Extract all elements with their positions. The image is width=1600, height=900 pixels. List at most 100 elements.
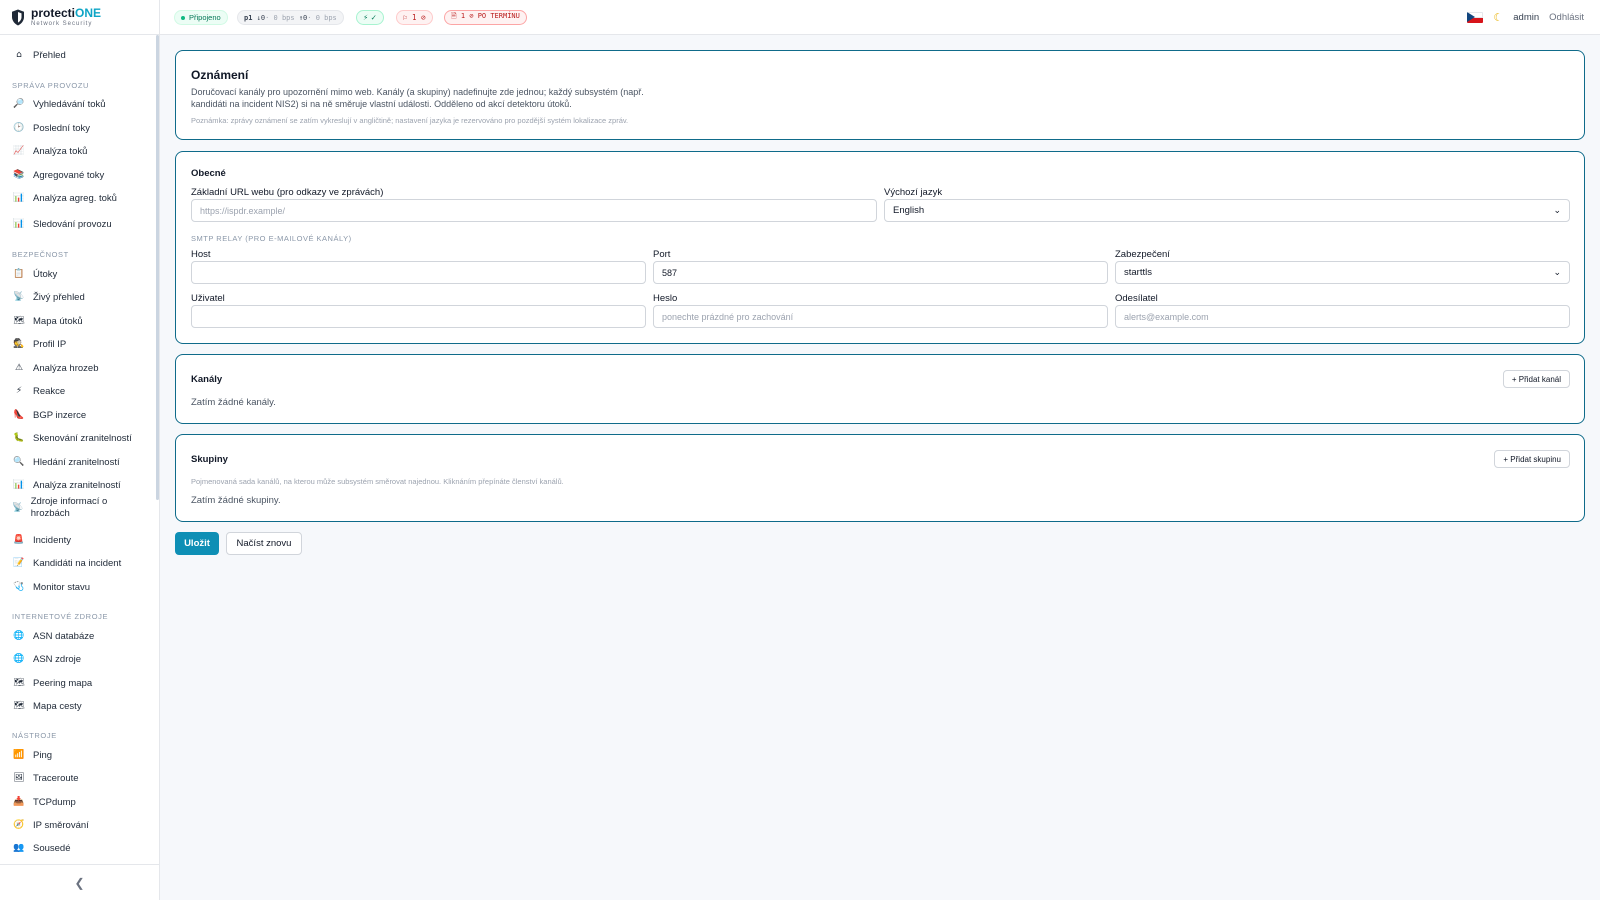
brand[interactable]: protectiONE Network Security [0, 0, 159, 35]
sidebar-item-incident-candidates[interactable]: 📝 Kandidáti na incident [0, 552, 155, 574]
sidebar-item-traffic-monitoring[interactable]: 📊 Sledování provozu [0, 213, 155, 235]
channels-empty-text: Zatím žádné kanály. [191, 397, 276, 408]
sidebar-item-reaction[interactable]: ⚡ Reakce [0, 380, 155, 402]
topbar: Připojeno p1 ↓0 · 0 bps ↑0 · 0 bps ⚡ ✓ ⚐ 1… [160, 0, 1600, 35]
sidebar-item-attacks[interactable]: 📋 Útoky [0, 263, 155, 285]
chevron-left-icon: ❮ [74, 875, 85, 890]
notifications-description-line1: Doručovací kanály pro upozornění mimo we… [191, 87, 644, 97]
sidebar-item-attack-map[interactable]: 🗺 Mapa útoků [0, 310, 155, 332]
sidebar-item-recent-flows[interactable]: 🕑 Poslední toky [0, 117, 155, 139]
security-label: Zabezpečení [1115, 249, 1170, 260]
globe-icon: 🌐 [13, 631, 25, 641]
section-title-security: Bezpečnost [12, 250, 69, 259]
sidebar-scrollbar[interactable] [156, 35, 159, 500]
flag-count-badge[interactable]: ⚐ 1 ⊘ [396, 10, 433, 25]
bug-icon: 🐛 [13, 433, 25, 443]
add-channel-button[interactable]: + Přidat kanál [1502, 370, 1570, 388]
reload-button[interactable]: Načíst znovu [226, 532, 302, 555]
status-dot-icon [181, 15, 185, 20]
signal-icon: 📶 [13, 750, 25, 760]
sidebar-item-threat-analysis[interactable]: ⚠ Analýza hrozeb [0, 357, 155, 379]
logout-link[interactable]: Odhlásit [1549, 12, 1584, 23]
channels-card: Kanály + Přidat kanál Zatím žádné kanály… [175, 354, 1585, 424]
sidebar-nav: ⌂ Přehled Správa provozu 🔎 Vyhledávání tok… [0, 35, 155, 864]
sidebar-item-neighbors[interactable]: 👥 Sousedé [0, 837, 155, 859]
host-label: Host [191, 249, 211, 260]
brand-name: protectiONE [31, 6, 102, 20]
port-input[interactable] [653, 261, 1108, 284]
sidebar-item-threat-intel[interactable]: 📡 Zdroje informací o hrozbách [0, 493, 130, 523]
shield-logo-icon [12, 9, 24, 25]
chart-up-icon: 📈 [13, 146, 25, 156]
map-icon: 🗺 [13, 316, 25, 326]
sidebar-item-live-overview[interactable]: 📡 Živý přehled [0, 286, 155, 308]
section-title-internet: Internetové zdroje [12, 612, 109, 621]
sidebar-item-tcpdump[interactable]: 📥 TCPdump [0, 791, 155, 813]
general-title: Obecné [191, 168, 226, 179]
satellite-icon: 📡 [13, 292, 25, 302]
sidebar-item-traceroute[interactable]: 🖼 Traceroute [0, 767, 155, 789]
sidebar-item-health-monitor[interactable]: 🩺 Monitor stavu [0, 576, 155, 598]
add-group-button[interactable]: + Přidat skupinu [1494, 450, 1570, 468]
bar-chart-icon: 📊 [13, 480, 25, 490]
save-button[interactable]: Uložit [175, 532, 219, 555]
health-ok-badge[interactable]: ⚡ ✓ [356, 10, 384, 25]
sidebar-item-bgp[interactable]: 👠 BGP inzerce [0, 404, 155, 426]
czech-flag-icon[interactable] [1467, 12, 1484, 23]
notifications-note: Poznámka: zprávy oznámení se zatím vykre… [191, 116, 629, 125]
shoe-icon: 👠 [13, 410, 25, 420]
topbar-right: ☾ admin Odhlásit [1467, 0, 1584, 35]
channels-title: Kanály [191, 374, 223, 385]
sidebar: protectiONE Network Security ⌂ Přehled Sp… [0, 0, 160, 900]
siren-icon: 🚨 [13, 535, 25, 545]
sidebar-item-flow-search[interactable]: 🔎 Vyhledávání toků [0, 93, 155, 115]
sidebar-item-asn-db[interactable]: 🌐 ASN databáze [0, 625, 155, 647]
bar-chart-icon: 📊 [13, 193, 25, 203]
sidebar-item-vuln-search[interactable]: 🔍 Hledání zranitelností [0, 451, 155, 473]
sidebar-item-ip-profile[interactable]: 🕵 Profil IP [0, 333, 155, 355]
port-label: Port [653, 249, 671, 260]
globe-icon: 🌐 [13, 654, 25, 664]
sidebar-item-flow-analysis[interactable]: 📈 Analýza toků [0, 140, 155, 162]
clipboard-icon: 📋 [13, 269, 25, 279]
sidebar-item-peering-map[interactable]: 🗺 Peering mapa [0, 672, 155, 694]
stethoscope-icon: 🩺 [13, 582, 25, 592]
map-icon: 🗺 [13, 678, 25, 688]
sidebar-item-prehled[interactable]: ⌂ Přehled [0, 44, 155, 66]
traffic-rate-badge[interactable]: p1 ↓0 · 0 bps ↑0 · 0 bps [237, 10, 344, 25]
sidebar-item-ip-routing[interactable]: 🧭 IP směrování [0, 814, 155, 836]
sidebar-collapse-button[interactable]: ❮ [0, 864, 159, 900]
sidebar-item-ping[interactable]: 📶 Ping [0, 744, 155, 766]
sidebar-item-incidents[interactable]: 🚨 Incidenty [0, 529, 155, 551]
page-title: Oznámení [191, 68, 249, 82]
section-title-tools: Nástroje [12, 731, 57, 740]
section-title-traffic: Správa provozu [12, 81, 90, 90]
sidebar-item-asn-sources[interactable]: 🌐 ASN zdroje [0, 648, 155, 670]
books-icon: 📚 [13, 170, 25, 180]
warning-icon: ⚠ [14, 363, 24, 373]
user-input[interactable] [191, 305, 646, 328]
base-url-label: Základní URL webu (pro odkazy ve zprávác… [191, 187, 384, 198]
language-select[interactable]: English ⌄ [884, 199, 1570, 222]
sidebar-item-path-map[interactable]: 🗺 Mapa cesty [0, 695, 155, 717]
host-input[interactable] [191, 261, 646, 284]
compass-icon: 🧭 [13, 820, 25, 830]
password-label: Heslo [653, 293, 678, 304]
password-input[interactable] [653, 305, 1108, 328]
magnifier-icon: 🔎 [13, 99, 25, 109]
sidebar-item-agg-analysis[interactable]: 📊 Analýza agreg. toků [0, 187, 155, 209]
security-select[interactable]: starttls ⌄ [1115, 261, 1570, 284]
people-icon: 👥 [13, 843, 25, 853]
chevron-down-icon: ⌄ [1553, 205, 1561, 216]
base-url-input[interactable] [191, 199, 877, 222]
dark-mode-moon-icon[interactable]: ☾ [1493, 11, 1503, 24]
sender-label: Odesílatel [1115, 293, 1158, 304]
general-card: Obecné Základní URL webu (pro odkazy ve … [175, 151, 1585, 344]
overdue-badge[interactable]: 🗎 1 ⊘ PO TERMÍNU [444, 10, 527, 25]
memo-icon: 📝 [13, 558, 25, 568]
smtp-heading: SMTP relay (pro e-mailové kanály) [191, 234, 352, 243]
sidebar-item-vuln-scan[interactable]: 🐛 Skenování zranitelností [0, 427, 155, 449]
picture-icon: 🖼 [13, 773, 25, 783]
sidebar-item-aggregated-flows[interactable]: 📚 Agregované toky [0, 164, 155, 186]
sender-input[interactable] [1115, 305, 1570, 328]
